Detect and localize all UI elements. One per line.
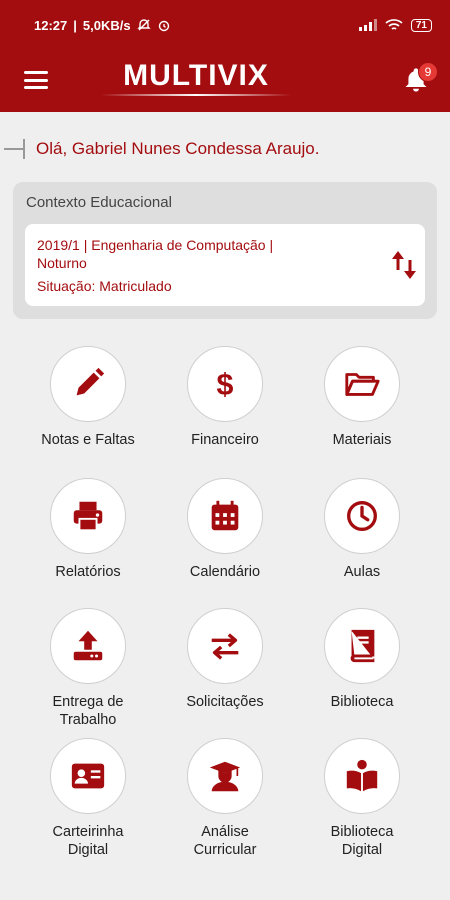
folder-open-icon — [345, 373, 380, 396]
swap-vertical-icon[interactable] — [389, 248, 419, 282]
book-icon — [350, 629, 375, 663]
tile-relatorios[interactable]: Relatórios — [18, 478, 158, 581]
tile-solicitacoes[interactable]: Solicitações — [155, 608, 295, 711]
upload-icon — [73, 630, 103, 661]
svg-text:$: $ — [217, 367, 234, 401]
printer-icon — [73, 501, 103, 532]
enrollment-status: Situação: Matriculado — [37, 278, 172, 294]
clock-icon — [347, 501, 377, 531]
pencil-icon — [76, 367, 105, 396]
notification-badge: 9 — [418, 62, 438, 82]
dollar-icon: $ — [217, 367, 234, 401]
battery-indicator: 71 — [410, 18, 432, 32]
course-info: 2019/1 | Engenharia de Computação | Notu… — [37, 236, 327, 272]
tile-biblioteca-digital[interactable]: Biblioteca Digital — [292, 738, 432, 859]
tile-aulas[interactable]: Aulas — [292, 478, 432, 581]
app-logo: MULTIVIX — [96, 60, 296, 100]
signal-icon — [358, 19, 377, 31]
greeting-text: Olá, Gabriel Nunes Condessa Araujo. — [36, 139, 320, 158]
course-line-1: 2019/1 | Engenharia de Computação | — [37, 237, 274, 253]
network-speed: 5,0KB/s — [82, 17, 131, 33]
menu-button[interactable] — [22, 68, 50, 92]
tile-entrega-trabalho[interactable]: Entrega de Trabalho — [18, 608, 158, 729]
hamburger-icon — [24, 71, 48, 74]
tile-carteirinha-digital[interactable]: Carteirinha Digital — [18, 738, 158, 859]
reader-icon — [346, 759, 378, 792]
tile-materiais[interactable]: Materiais — [292, 346, 432, 449]
graduate-icon — [209, 761, 241, 792]
status-bar: 12:27 | 5,0KB/s 71 — [0, 0, 450, 50]
do-not-disturb-icon — [136, 19, 151, 31]
course-selector[interactable]: 2019/1 | Engenharia de Computação | Notu… — [25, 224, 425, 306]
calendar-icon — [211, 500, 239, 531]
app-bar: MULTIVIX — [0, 50, 450, 112]
educational-context-card: Contexto Educacional 2019/1 | Engenharia… — [13, 182, 437, 319]
tile-biblioteca[interactable]: Biblioteca — [292, 608, 432, 711]
exchange-icon — [211, 633, 239, 660]
alarm-icon — [158, 20, 169, 32]
greeting-row: Olá, Gabriel Nunes Condessa Araujo. — [0, 134, 450, 164]
tile-financeiro[interactable]: $ Financeiro — [155, 346, 295, 449]
logo-text: MULTIVIX — [123, 59, 269, 92]
tile-analise-curricular[interactable]: Análise Curricular — [155, 738, 295, 859]
wifi-icon — [385, 19, 403, 30]
collapse-icon[interactable] — [4, 137, 28, 161]
context-title: Contexto Educacional — [26, 194, 172, 211]
status-time: 12:27 — [34, 17, 68, 33]
tile-calendario[interactable]: Calendário — [155, 478, 295, 581]
id-card-icon — [71, 763, 105, 789]
tile-notas-faltas[interactable]: Notas e Faltas — [18, 346, 158, 449]
course-line-2: Noturno — [37, 255, 87, 271]
